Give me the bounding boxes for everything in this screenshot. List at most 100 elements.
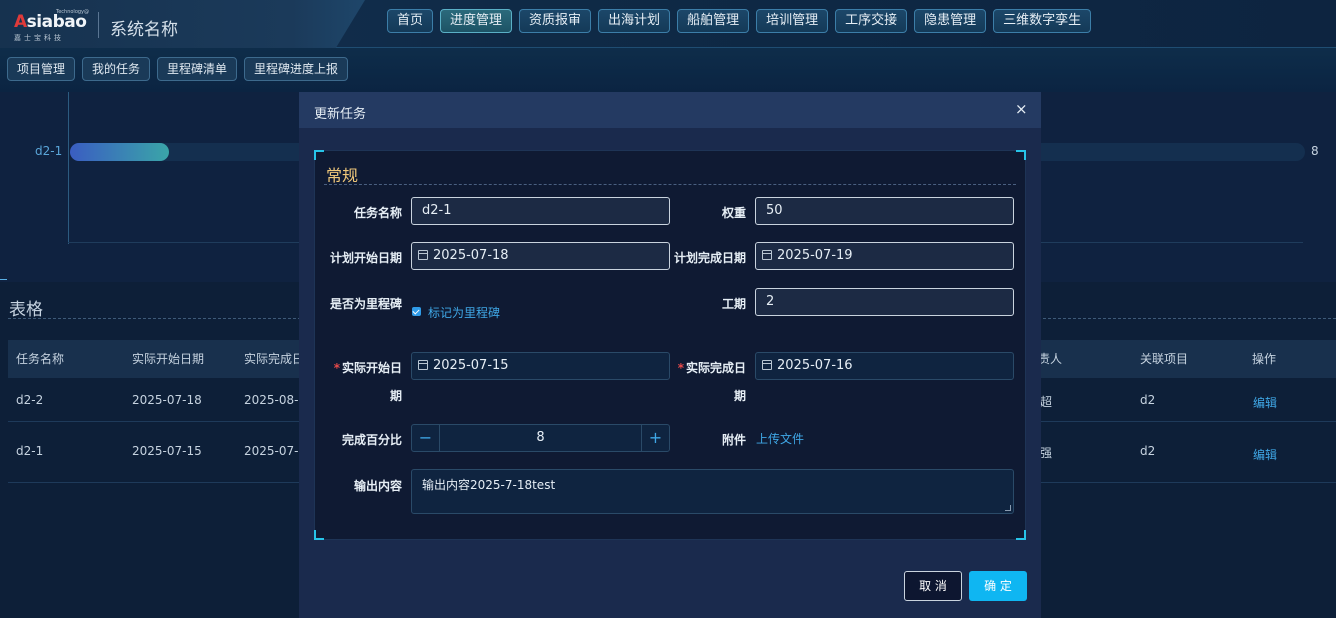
nav-hazard[interactable]: 隐患管理 <box>914 9 987 33</box>
logo-area: Asiabao Technology@ 嘉士宝科技 系统名称 <box>0 0 365 48</box>
actual-end-label-line1: 实际完成日 <box>685 361 746 375</box>
calendar-icon <box>418 360 428 370</box>
close-icon[interactable]: × <box>1015 100 1028 118</box>
system-name: 系统名称 <box>110 20 178 40</box>
general-panel: 常规 任务名称 d2-1 权重 50 计划开始日期 2025-07-18 计划完… <box>314 150 1026 540</box>
logo: Asiabao <box>14 12 87 32</box>
plan-end-label: 计划完成日期 <box>673 251 746 265</box>
calendar-icon <box>762 250 772 260</box>
confirm-button[interactable]: 确 定 <box>969 571 1027 601</box>
nav-handover[interactable]: 工序交接 <box>835 9 908 33</box>
nav-home[interactable]: 首页 <box>387 9 434 33</box>
actual-end-input[interactable]: 2025-07-16 <box>755 352 1014 380</box>
th-actual-start: 实际开始日期 <box>132 352 205 366</box>
sub-nav: 项目管理 我的任务 里程碑清单 里程碑进度上报 <box>7 57 349 81</box>
table-title: 表格 <box>9 300 43 320</box>
logo-separator <box>98 12 99 38</box>
plan-start-input[interactable]: 2025-07-18 <box>411 242 670 270</box>
corner-decoration <box>1016 530 1026 540</box>
percent-input[interactable]: 8 <box>440 425 641 451</box>
duration-input[interactable]: 2 <box>755 288 1014 316</box>
cell-start: 2025-07-18 <box>132 393 202 407</box>
top-bar: Asiabao Technology@ 嘉士宝科技 系统名称 首页 进度管理 资… <box>0 0 1336 48</box>
plan-start-label: 计划开始日期 <box>329 251 402 265</box>
subnav-project[interactable]: 项目管理 <box>7 57 76 81</box>
output-value: 输出内容2025-7-18test <box>422 478 556 492</box>
logo-text: siabao <box>26 12 87 32</box>
actual-end-label-line2: 期 <box>733 389 746 403</box>
milestone-label: 是否为里程碑 <box>329 297 402 311</box>
weight-input[interactable]: 50 <box>755 197 1014 225</box>
calendar-icon <box>762 360 772 370</box>
minus-button[interactable]: − <box>412 425 440 451</box>
attachment-label: 附件 <box>721 433 746 447</box>
update-task-dialog: 更新任务 × 常规 任务名称 d2-1 权重 50 计划开始日期 2025-07… <box>299 92 1041 618</box>
corner-decoration <box>1016 150 1026 160</box>
plus-button[interactable]: + <box>641 425 669 451</box>
actual-start-label: * 实际开始日 <box>334 359 402 376</box>
calendar-icon <box>418 250 428 260</box>
required-mark: * <box>677 361 684 375</box>
plan-end-input[interactable]: 2025-07-19 <box>755 242 1014 270</box>
weight-label: 权重 <box>721 206 746 220</box>
nav-progress[interactable]: 进度管理 <box>440 9 513 33</box>
cell-task-name: d2-1 <box>16 444 44 458</box>
cell-project: d2 <box>1140 393 1156 407</box>
output-label: 输出内容 <box>353 479 402 493</box>
th-actual-end: 实际完成日 <box>244 352 305 366</box>
cell-project: d2 <box>1140 444 1156 458</box>
actual-start-label-line2: 期 <box>389 389 402 403</box>
cell-owner: 强 <box>1040 446 1053 460</box>
section-title: 常规 <box>326 166 359 185</box>
upload-file-link[interactable]: 上传文件 <box>756 430 804 447</box>
milestone-checkbox-label[interactable]: 标记为里程碑 <box>428 304 500 321</box>
dialog-header: 更新任务 × <box>299 92 1041 128</box>
corner-decoration <box>314 530 324 540</box>
cell-end: 2025-07-1 <box>244 444 307 458</box>
edit-link[interactable]: 编辑 <box>1253 446 1277 463</box>
output-textarea[interactable]: 输出内容2025-7-18test <box>411 469 1014 514</box>
actual-start-label-line1: 实际开始日 <box>341 361 402 375</box>
cell-owner: 超 <box>1040 395 1053 409</box>
task-name-input[interactable]: d2-1 <box>411 197 670 225</box>
chart-y-axis <box>68 92 69 244</box>
cell-end: 2025-08-0 <box>244 393 307 407</box>
bar-category-label: d2-1 <box>35 144 63 158</box>
corner-decoration <box>314 150 324 160</box>
plan-start-value: 2025-07-18 <box>433 248 509 263</box>
actual-end-label: * 实际完成日 <box>678 359 746 376</box>
edit-link[interactable]: 编辑 <box>1253 394 1277 411</box>
dialog-title: 更新任务 <box>314 107 367 122</box>
logo-subtext: 嘉士宝科技 <box>14 34 64 42</box>
resize-handle-icon[interactable] <box>1005 505 1011 511</box>
actual-start-value: 2025-07-15 <box>433 358 509 373</box>
section-divider <box>324 184 1016 185</box>
actual-end-value: 2025-07-16 <box>777 358 853 373</box>
milestone-checkbox[interactable] <box>412 307 421 316</box>
nav-digital-twin[interactable]: 三维数字孪生 <box>993 9 1092 33</box>
th-owner: 责人 <box>1038 352 1063 366</box>
actual-start-input[interactable]: 2025-07-15 <box>411 352 670 380</box>
nav-training[interactable]: 培训管理 <box>756 9 829 33</box>
duration-label: 工期 <box>721 297 746 311</box>
subnav-my-tasks[interactable]: 我的任务 <box>82 57 151 81</box>
nav-qualification[interactable]: 资质报审 <box>519 9 592 33</box>
task-name-label: 任务名称 <box>353 206 402 220</box>
cell-task-name: d2-2 <box>16 393 44 407</box>
cancel-button[interactable]: 取 消 <box>904 571 962 601</box>
percent-label: 完成百分比 <box>341 433 402 447</box>
subnav-milestone-report[interactable]: 里程碑进度上报 <box>244 57 349 81</box>
nav-ship[interactable]: 船舶管理 <box>677 9 750 33</box>
th-action: 操作 <box>1252 352 1277 366</box>
th-project: 关联项目 <box>1140 352 1189 366</box>
subnav-milestones[interactable]: 里程碑清单 <box>157 57 238 81</box>
plan-end-value: 2025-07-19 <box>777 248 853 263</box>
main-nav: 首页 进度管理 资质报审 出海计划 船舶管理 培训管理 工序交接 隐患管理 三维… <box>387 9 1092 33</box>
bar-d2-1 <box>70 143 169 161</box>
required-mark: * <box>333 361 340 375</box>
nav-sea-plan[interactable]: 出海计划 <box>598 9 671 33</box>
percent-stepper: − 8 + <box>411 424 670 452</box>
th-task-name: 任务名称 <box>16 352 65 366</box>
logo-tagline: Technology@ <box>56 9 90 15</box>
cell-start: 2025-07-15 <box>132 444 202 458</box>
